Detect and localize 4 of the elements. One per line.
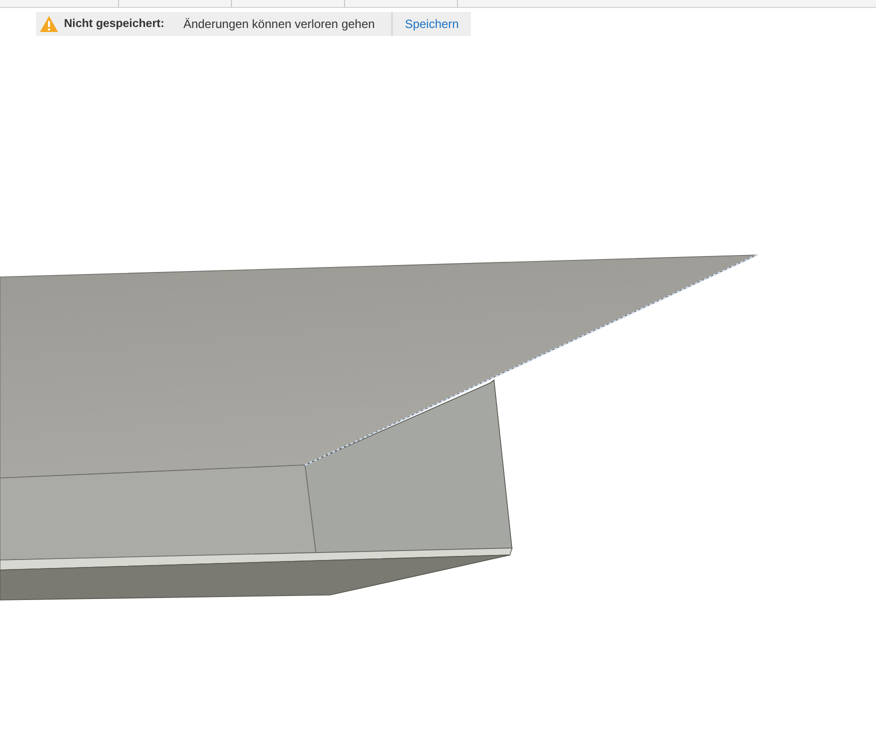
warning-icon [40, 16, 58, 32]
save-button[interactable]: Speichern [392, 12, 471, 36]
banner-message: Änderungen können verloren gehen [183, 12, 393, 36]
banner-title: Nicht gespeichert: [64, 18, 164, 30]
